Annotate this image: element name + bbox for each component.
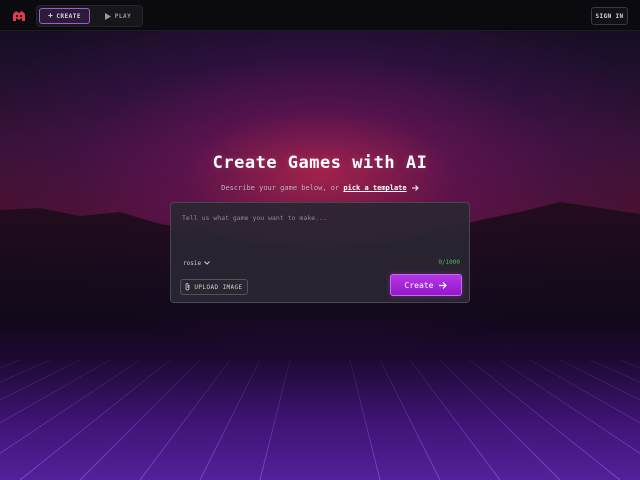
create-button-label: Create: [404, 280, 434, 290]
prompt-input[interactable]: [182, 214, 460, 254]
model-select[interactable]: rosie: [183, 258, 210, 268]
upload-image-button[interactable]: UPLOAD IMAGE: [180, 279, 248, 295]
paperclip-icon: [186, 283, 190, 291]
chevron-down-icon: [204, 261, 210, 265]
model-select-value: rosie: [183, 259, 202, 267]
page-title: Create Games with AI: [212, 153, 428, 173]
perspective-grid: [0, 360, 640, 480]
play-icon: [104, 12, 111, 20]
tab-create-label: CREATE: [56, 12, 81, 20]
subtitle-text: Describe your game below, or: [221, 184, 344, 192]
subtitle: Describe your game below, or pick a temp…: [0, 184, 640, 192]
create-button[interactable]: Create: [390, 274, 462, 296]
mode-toggle: + CREATE PLAY: [36, 5, 143, 27]
logo-icon[interactable]: [11, 8, 27, 24]
sign-in-button[interactable]: SIGN IN: [591, 7, 628, 25]
top-bar: + CREATE PLAY SIGN IN: [0, 0, 640, 31]
prompt-card: rosie 0/1000 UPLOAD IMAGE Create: [170, 202, 470, 303]
plus-icon: +: [47, 11, 54, 20]
tab-play-label: PLAY: [114, 12, 132, 20]
tab-play[interactable]: PLAY: [97, 8, 139, 24]
tab-create[interactable]: + CREATE: [39, 8, 90, 24]
pick-template-link[interactable]: pick a template: [343, 184, 406, 192]
arrow-right-icon: [439, 281, 448, 289]
upload-image-label: UPLOAD IMAGE: [194, 283, 243, 291]
arrow-right-icon[interactable]: [411, 185, 419, 191]
character-counter: 0/1000: [438, 259, 460, 266]
